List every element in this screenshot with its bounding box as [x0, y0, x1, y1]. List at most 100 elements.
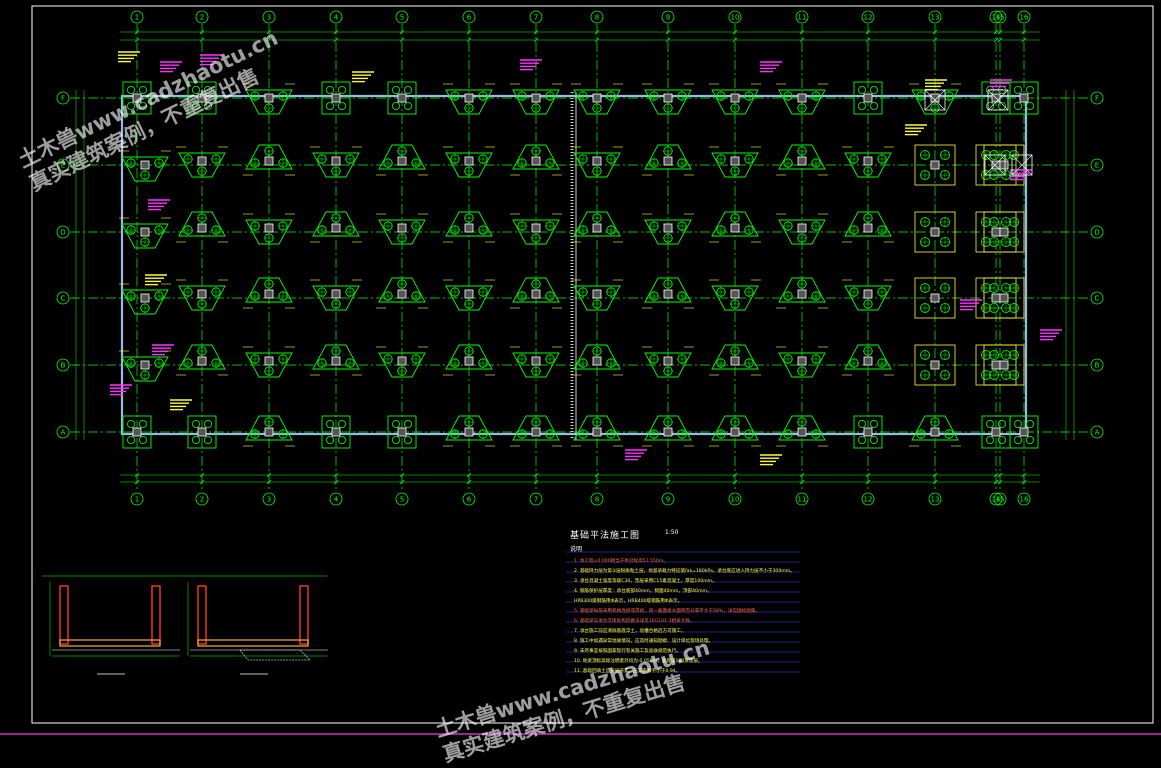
column — [663, 223, 673, 233]
grid-label: 1 — [135, 496, 139, 504]
grid-label: 8 — [595, 14, 599, 22]
column — [592, 289, 602, 299]
column — [930, 293, 940, 303]
grid-label: 1 — [135, 14, 139, 22]
column — [797, 93, 807, 103]
column — [930, 160, 940, 170]
column — [331, 427, 341, 437]
column — [132, 93, 142, 103]
column — [991, 360, 1001, 370]
column — [999, 360, 1009, 370]
grid-label: 11 — [798, 496, 807, 504]
grid-label: 4 — [334, 14, 339, 22]
note-line: 3. 承台混凝土强度等级C30，垫层采用C15素混凝土，厚度100mm。 — [574, 579, 717, 584]
column — [132, 427, 142, 437]
column — [663, 156, 673, 166]
grid-label: 16 — [1020, 496, 1029, 504]
column — [797, 156, 807, 166]
column — [531, 223, 541, 233]
grid-label: 6 — [467, 496, 472, 504]
column — [663, 93, 673, 103]
column — [999, 160, 1009, 170]
column — [140, 160, 150, 170]
note-line: 10. 地梁顶标高除注明者外均为-0.050m，梁底设100厚垫层。 — [574, 659, 703, 664]
column — [464, 93, 474, 103]
grid-label: E — [61, 162, 65, 170]
column — [140, 293, 150, 303]
column — [397, 93, 407, 103]
grid-label: 3 — [267, 496, 271, 504]
column — [592, 93, 602, 103]
column — [331, 356, 341, 366]
grid-label: 7 — [534, 14, 538, 22]
column — [663, 356, 673, 366]
grid-label: 15 — [996, 14, 1005, 22]
column — [863, 356, 873, 366]
column — [264, 289, 274, 299]
column — [140, 227, 150, 237]
column — [464, 156, 474, 166]
note-line: 9. 未尽事宜按照国家现行有关施工及验收规范执行。 — [574, 649, 681, 654]
grid-label: 13 — [931, 496, 940, 504]
column — [531, 289, 541, 299]
grid-label: E — [1095, 162, 1099, 170]
grid-label: D — [60, 229, 65, 237]
grid-label: 13 — [931, 14, 940, 22]
column — [663, 289, 673, 299]
column — [592, 427, 602, 437]
column — [264, 356, 274, 366]
grid-label: 4 — [334, 496, 339, 504]
note-line: 1. 本工程±0.000相当于绝对标高51.550m。 — [574, 559, 668, 564]
column — [663, 427, 673, 437]
column — [531, 356, 541, 366]
column — [730, 223, 740, 233]
column — [797, 427, 807, 437]
grid-label: 5 — [400, 496, 404, 504]
column — [797, 223, 807, 233]
grid-label: 3 — [267, 14, 271, 22]
column — [397, 223, 407, 233]
column — [331, 223, 341, 233]
column — [863, 427, 873, 437]
grid-label: C — [1095, 295, 1100, 303]
column — [531, 93, 541, 103]
column — [464, 356, 474, 366]
grid-label: A — [1095, 429, 1100, 437]
grid-label: D — [1094, 229, 1099, 237]
column — [264, 156, 274, 166]
column — [397, 156, 407, 166]
grid-label: 7 — [534, 496, 538, 504]
grid-label: 2 — [200, 496, 204, 504]
column — [863, 156, 873, 166]
grid-label: A — [61, 429, 66, 437]
grid-label: 10 — [731, 496, 740, 504]
column — [592, 223, 602, 233]
column — [397, 289, 407, 299]
grid-label: 9 — [666, 496, 670, 504]
column — [331, 93, 341, 103]
column — [264, 93, 274, 103]
grid-label: B — [1095, 362, 1100, 370]
note-line: 4. 钢筋保护层厚度：承台底部40mm，侧面40mm，顶部40mm。 — [574, 589, 712, 594]
column — [531, 156, 541, 166]
grid-label: 2 — [200, 14, 204, 22]
column — [730, 156, 740, 166]
column — [197, 93, 207, 103]
note-line: HPB300级钢筋用Φ表示，HRB400级钢筋用Φ表示。 — [574, 599, 683, 604]
column — [464, 289, 474, 299]
column — [331, 289, 341, 299]
grid-label: 16 — [1020, 14, 1029, 22]
grid-label: 12 — [864, 14, 873, 22]
grid-label: B — [61, 362, 66, 370]
column — [730, 93, 740, 103]
drawing-scale: 1:50 — [665, 529, 679, 536]
column — [797, 289, 807, 299]
column — [991, 293, 1001, 303]
grid-label: 11 — [798, 14, 807, 22]
column — [197, 427, 207, 437]
grid-label: 12 — [864, 496, 873, 504]
column — [863, 223, 873, 233]
column — [397, 427, 407, 437]
column — [197, 289, 207, 299]
column — [991, 227, 1001, 237]
